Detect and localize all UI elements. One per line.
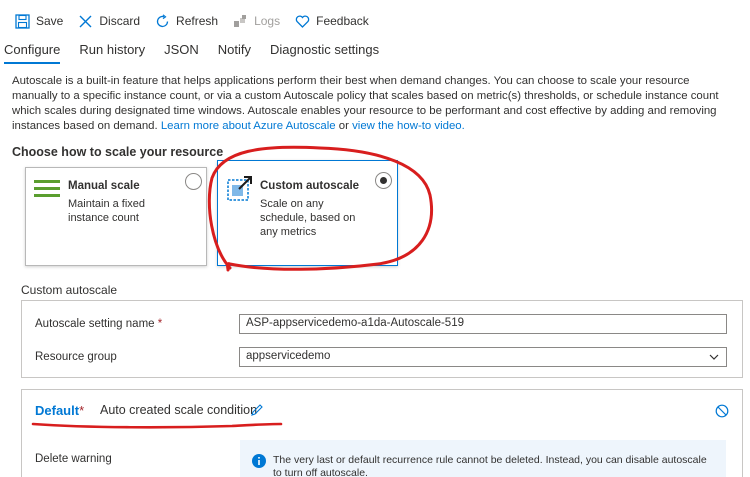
scale-condition-name[interactable]: Default* xyxy=(35,403,84,418)
annotation-circle xyxy=(207,145,433,272)
autoscale-setting-name-input[interactable]: ASP-appservicedemo-a1da-Autoscale-519 xyxy=(239,314,727,334)
delete-warning-text: The very last or default recurrence rule… xyxy=(273,454,707,477)
condition-required-asterisk: * xyxy=(79,403,85,418)
delete-warning-label: Delete warning xyxy=(35,453,112,465)
resource-group-label: Resource group xyxy=(35,351,117,363)
scale-condition-panel: Default* Auto created scale condition De… xyxy=(21,389,743,477)
scale-condition-description: Auto created scale condition xyxy=(100,403,258,417)
delete-warning-message: The very last or default recurrence rule… xyxy=(240,440,726,477)
resource-group-select[interactable]: appservicedemo xyxy=(239,347,727,367)
setting-name-label-text: Autoscale setting name xyxy=(35,318,155,330)
custom-autoscale-section-label: Custom autoscale xyxy=(21,283,118,297)
autoscale-setting-name-label: Autoscale setting name * xyxy=(35,318,162,330)
resource-group-value: appservicedemo xyxy=(246,350,331,362)
autoscale-settings-form: Autoscale setting name * ASP-appserviced… xyxy=(21,300,743,378)
edit-pencil-icon[interactable] xyxy=(250,403,264,420)
required-asterisk: * xyxy=(157,318,163,330)
disable-icon[interactable] xyxy=(715,404,729,421)
chevron-down-icon xyxy=(708,351,720,366)
info-icon xyxy=(252,454,266,471)
scale-condition-name-text: Default xyxy=(35,403,80,418)
